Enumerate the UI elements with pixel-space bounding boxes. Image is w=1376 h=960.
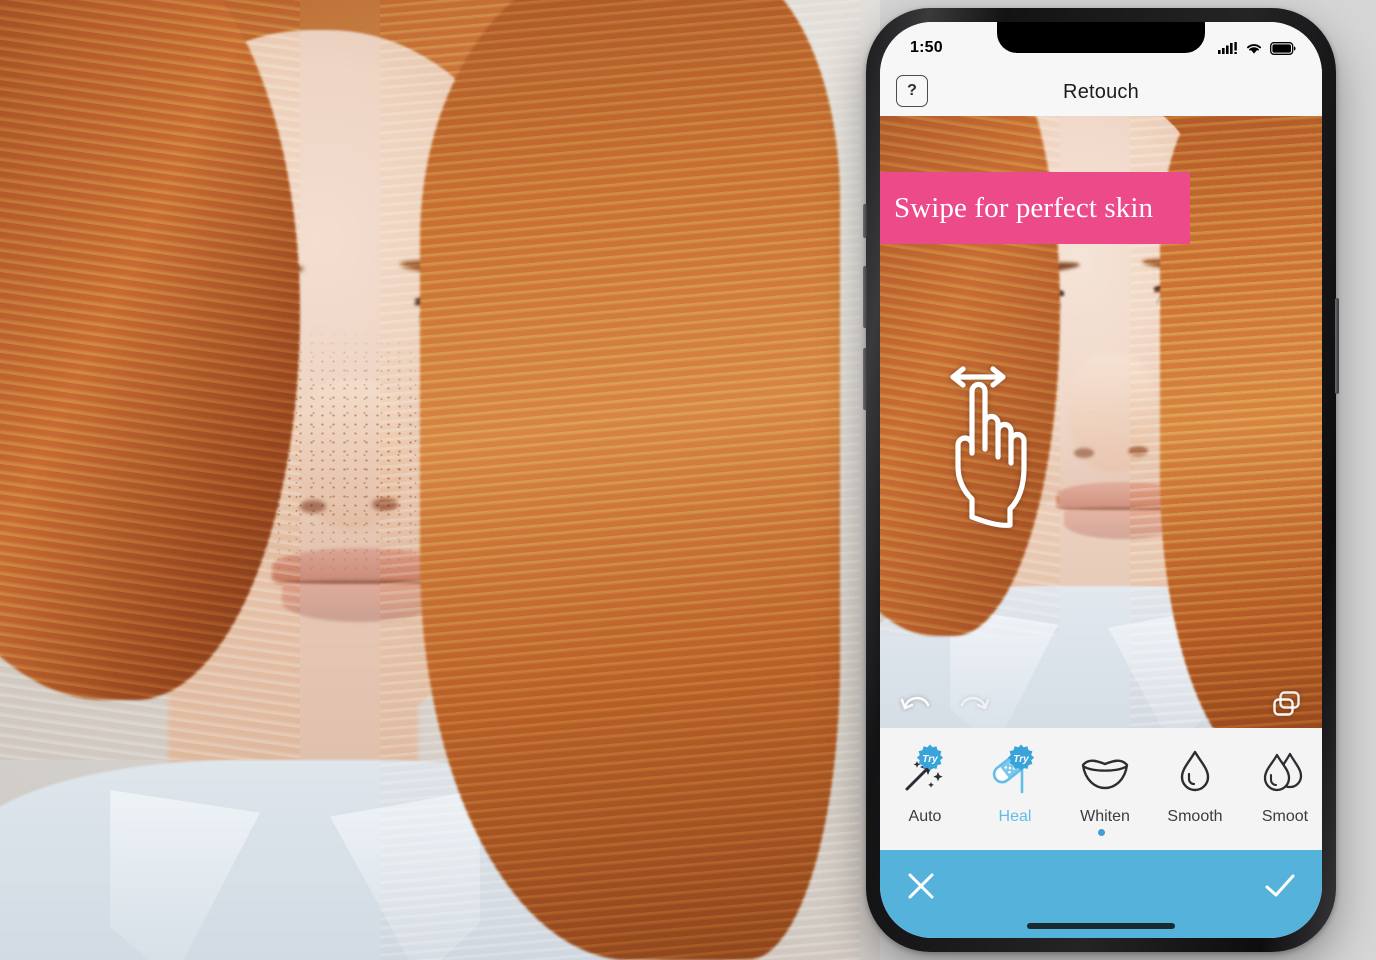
app-screenshot: 1:50 ? Retouch Swipe for perfect skin Tr… [0, 0, 1376, 960]
tool-label-whiten: Whiten [1080, 808, 1130, 825]
phone-mute-switch[interactable] [863, 204, 867, 238]
swipe-hand-icon [950, 366, 1027, 528]
tool-item-smooth-2[interactable]: Smoot [1240, 742, 1322, 826]
phone-notch [997, 22, 1205, 53]
tool-label-smooth: Smooth [1167, 808, 1223, 825]
phone-volume-up-button[interactable] [863, 266, 867, 328]
undo-icon[interactable] [900, 691, 932, 717]
battery-icon [1270, 41, 1296, 55]
redo-icon[interactable] [958, 691, 990, 717]
tool-strip[interactable]: Try Auto Try Heal Whiten Smooth Smoot [880, 728, 1322, 850]
page-dot-active [1097, 829, 1105, 836]
try-badge-label-heal: Try [1013, 753, 1029, 765]
tool-icon-wrap-smooth [1177, 746, 1213, 798]
phone-power-button[interactable] [1335, 298, 1339, 394]
tool-item-heal[interactable]: Try Heal [970, 742, 1060, 826]
close-x-icon[interactable] [906, 871, 936, 901]
help-button[interactable]: ? [896, 75, 928, 107]
promo-banner: Swipe for perfect skin [880, 172, 1190, 244]
tool-icon-wrap-heal: Try [990, 744, 1040, 798]
hair-strands-left [0, 0, 300, 760]
tool-item-whiten[interactable]: Whiten [1060, 742, 1150, 826]
try-badge-heal: Try [1006, 744, 1036, 774]
background-portrait-photo [0, 0, 880, 960]
hair-strands-right [380, 0, 860, 960]
tool-item-auto[interactable]: Try Auto [880, 742, 970, 826]
compare-layers-icon[interactable] [1272, 690, 1302, 718]
teeth-smile-icon [1081, 759, 1129, 790]
tool-icon-wrap-whiten [1079, 746, 1131, 798]
page-title: Retouch [1063, 80, 1139, 103]
nav-bar: ? Retouch [880, 68, 1322, 116]
history-controls [900, 691, 990, 717]
tool-icon-wrap-auto: Try [901, 744, 949, 798]
double-droplet-icon [1263, 752, 1303, 792]
phone-mockup: 1:50 ? Retouch Swipe for perfect skin Tr… [863, 8, 1339, 952]
droplet-icon [1180, 750, 1210, 792]
status-bar-indicators [1218, 36, 1296, 55]
promo-banner-text: Swipe for perfect skin [894, 191, 1154, 224]
tool-item-smooth[interactable]: Smooth [1150, 742, 1240, 826]
phone-screen: 1:50 ? Retouch Swipe for perfect skin Tr… [880, 22, 1322, 938]
try-badge-label-auto: Try [922, 753, 938, 765]
tool-label-smooth-2: Smoot [1261, 808, 1309, 825]
swipe-gesture-hint [932, 361, 1042, 536]
cellular-signal-icon [1218, 41, 1237, 54]
wifi-icon [1246, 43, 1262, 54]
canvas-nostril-left [1074, 448, 1094, 458]
page-dot-indicator [880, 829, 1322, 836]
canvas-controls [880, 690, 1322, 718]
home-indicator [1027, 923, 1175, 929]
try-badge-auto: Try [915, 744, 945, 774]
status-bar-clock: 1:50 [910, 39, 943, 56]
checkmark-icon[interactable] [1264, 872, 1296, 900]
tool-icon-wrap-smooth-2 [1262, 746, 1308, 798]
tool-label-auto: Auto [908, 808, 942, 825]
photo-canvas[interactable]: Swipe for perfect skin [880, 116, 1322, 728]
action-bar [880, 850, 1322, 938]
phone-volume-down-button[interactable] [863, 348, 867, 410]
tool-label-heal: Heal [998, 808, 1032, 825]
